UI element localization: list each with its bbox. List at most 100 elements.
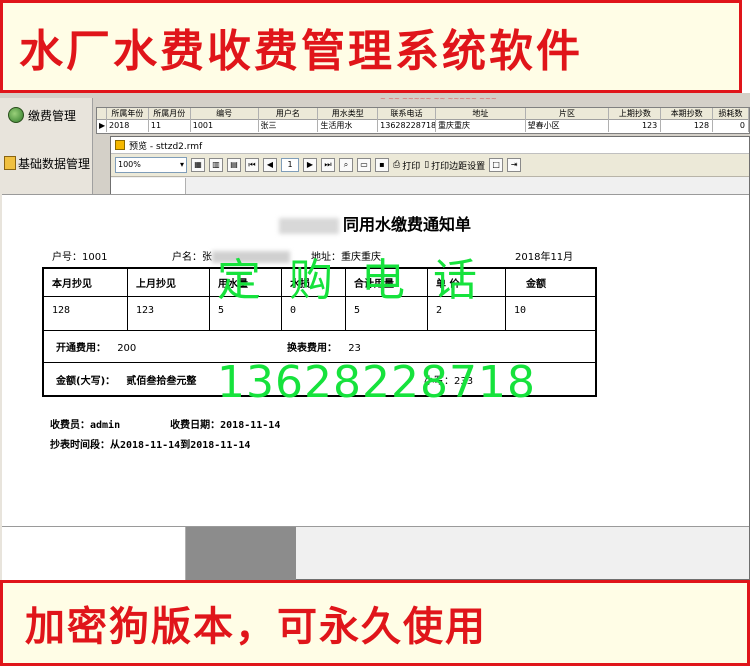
billing-month: 2018年11月 <box>515 252 574 263</box>
next-page-icon[interactable]: ▶ <box>303 158 317 172</box>
sidebar-item-label: 缴费管理 <box>28 108 77 123</box>
grid-cell[interactable]: 128 <box>661 120 714 132</box>
bottom-banner-text: 加密狗版本，可永久使用 <box>25 604 487 650</box>
preview-title: 预览 - sttzd2.rmf <box>129 141 203 152</box>
grid-header: 所属年份 所属月份 编号 用户名 用水类型 联系电话 地址 片区 上期抄数 本期… <box>97 107 749 120</box>
billing-header-cell: 本月抄见 <box>44 269 128 296</box>
grid-cell[interactable]: 0 <box>713 120 749 132</box>
page-setup-icon: ▯ <box>424 160 430 170</box>
account-value: 1001 <box>82 252 108 263</box>
name-label: 户名：张 <box>172 252 212 263</box>
cashier-value: admin <box>90 420 121 431</box>
grid-cell[interactable]: 重庆重庆 <box>436 120 526 132</box>
swap-fee: 换表费用： 23 <box>287 339 361 354</box>
total-row: 金额(大写)： 贰佰叁拾叁元整 小写：233 <box>44 363 595 395</box>
exit-icon[interactable]: ⇥ <box>507 158 522 172</box>
preview-background <box>186 527 296 581</box>
search-icon[interactable]: ⌕ <box>339 158 353 172</box>
billing-grid[interactable]: 所属年份 所属月份 编号 用户名 用水类型 联系电话 地址 片区 上期抄数 本期… <box>96 107 750 134</box>
grid-column-header[interactable]: 编号 <box>191 107 259 120</box>
top-banner-text: 水厂水费收费管理系统软件 <box>19 25 583 77</box>
billing-header-row: 本月抄见 上月抄见 用水量 水损 合计用量 单 价 金额 <box>44 269 595 297</box>
prev-page-icon[interactable]: ◀ <box>263 158 277 172</box>
preview-toolbar: 100% ▦ ▥ ▤ ⏮ ◀ 1 ▶ ⏭ ⌕ ▭ ▪ ⎙ 打印 ▯ 打印边距设置… <box>111 154 749 177</box>
grid-column-header[interactable]: 联系电话 <box>378 107 436 120</box>
notice-title: 同用水缴费通知单 <box>0 211 750 235</box>
cashier-label: 收费员： <box>50 420 90 431</box>
grid-cell[interactable]: 123 <box>609 120 662 132</box>
fit-page-icon[interactable]: ▤ <box>227 158 241 172</box>
table-row[interactable]: ▶ 2018 11 1001 张三 生活用水 13628228718 重庆重庆 … <box>97 120 749 132</box>
two-page-icon[interactable]: ▥ <box>209 158 223 172</box>
grid-column-header[interactable]: 地址 <box>436 107 526 120</box>
preview-title-bar: 预览 - sttzd2.rmf <box>111 137 749 154</box>
billing-value-cell: 123 <box>128 297 210 330</box>
grid-column-header[interactable]: 所属月份 <box>149 107 191 120</box>
grid-cell[interactable]: 11 <box>149 120 191 132</box>
last-page-icon[interactable]: ⏭ <box>321 158 335 172</box>
page-view-icon[interactable]: ▦ <box>191 158 205 172</box>
billing-value-cell: 5 <box>346 297 428 330</box>
preview-window-icon <box>115 140 125 150</box>
open-fee-label: 开通费用： <box>56 343 106 354</box>
save-icon[interactable]: ▪ <box>375 158 389 172</box>
sidebar-item-payment[interactable]: 缴费管理 <box>2 102 92 128</box>
billing-header-cell: 水损 <box>282 269 346 296</box>
grid-cell[interactable]: 望春小区 <box>526 120 610 132</box>
grid-column-header[interactable]: 本期抄数 <box>661 107 714 120</box>
page-number-input[interactable]: 1 <box>281 158 299 172</box>
print-margin-label: 打印边距设置 <box>431 161 486 172</box>
grid-column-header[interactable]: 片区 <box>526 107 610 120</box>
pay-date-label: 收费日期： <box>170 420 221 431</box>
print-margin-button[interactable]: ▯ 打印边距设置 <box>424 159 485 172</box>
top-banner: 水厂水费收费管理系统软件 <box>0 0 742 93</box>
billing-value-cell: 0 <box>282 297 346 330</box>
account-name: 户名：张 <box>172 248 290 263</box>
redacted-name <box>212 251 290 263</box>
billing-value-cell: 5 <box>210 297 282 330</box>
grid-column-header[interactable]: 上期抄数 <box>609 107 662 120</box>
billing-header-cell: 用水量 <box>210 269 282 296</box>
open-fee: 开通费用： 200 <box>56 339 136 354</box>
billing-table: 本月抄见 上月抄见 用水量 水损 合计用量 单 价 金额 128 123 5 0… <box>42 267 597 397</box>
redacted-company <box>278 217 339 234</box>
total-lower-value: 233 <box>454 375 474 387</box>
zoom-select[interactable]: 100% <box>115 157 187 173</box>
billing-header-cell: 上月抄见 <box>128 269 210 296</box>
billing-value-cell: 128 <box>44 297 128 330</box>
grid-column-header[interactable]: 损耗数 <box>713 107 749 120</box>
database-icon <box>4 156 16 170</box>
sidebar-item-basic-data[interactable]: 基础数据管理 <box>2 150 92 176</box>
grid-cell[interactable]: 张三 <box>259 120 319 132</box>
first-page-icon[interactable]: ⏮ <box>245 158 259 172</box>
grid-cell[interactable]: 1001 <box>191 120 259 132</box>
notice-title-text: 同用水缴费通知单 <box>342 215 471 234</box>
window-icon[interactable]: □ <box>489 158 504 172</box>
open-fee-value: 200 <box>117 343 137 354</box>
decorative-scribble: ~ ~~ ~~~~~ ~~ ~~~~~ ~~~ <box>380 95 497 103</box>
print-icon: ⎙ <box>393 160 401 170</box>
swap-fee-label: 换表费用： <box>287 343 337 354</box>
period-label: 抄表时间段： <box>50 440 110 451</box>
print-button[interactable]: ⎙ 打印 <box>393 159 420 172</box>
open-folder-icon[interactable]: ▭ <box>357 158 371 172</box>
grid-column-header[interactable]: 用水类型 <box>318 107 379 120</box>
reading-period-line: 抄表时间段：从2018-11-14到2018-11-14 <box>50 436 250 451</box>
grid-cell[interactable]: 生活用水 <box>318 120 379 132</box>
total-upper-value: 贰佰叁拾叁元整 <box>126 375 197 387</box>
sidebar-item-label: 基础数据管理 <box>18 156 91 171</box>
account-label: 户号： <box>52 252 82 263</box>
billing-header-cell: 合计用量 <box>346 269 428 296</box>
grid-column-header[interactable]: 所属年份 <box>107 107 149 120</box>
grid-cell[interactable]: 13628228718 <box>378 120 436 132</box>
fee-row: 开通费用： 200 换表费用： 23 <box>44 331 595 363</box>
billing-value-cell: 10 <box>514 305 527 316</box>
page-margin <box>2 527 114 580</box>
total-lower: 小写：233 <box>424 372 473 387</box>
grid-indicator-header <box>97 107 107 120</box>
pay-date-value: 2018-11-14 <box>220 420 281 431</box>
total-upper-label: 金额(大写)： <box>56 375 116 387</box>
grid-column-header[interactable]: 用户名 <box>259 107 319 120</box>
grid-cell[interactable]: 2018 <box>107 120 149 132</box>
address-value: 重庆重庆 <box>341 252 381 263</box>
